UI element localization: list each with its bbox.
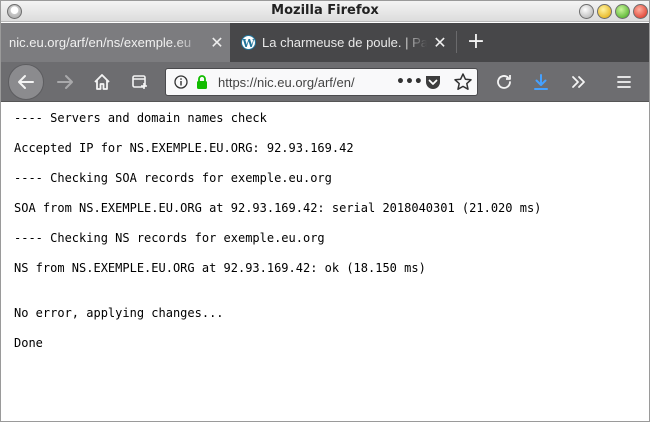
forward-button[interactable] [51, 68, 79, 96]
reload-icon [497, 75, 511, 89]
home-icon [94, 74, 110, 90]
bookmark-star-icon[interactable] [453, 72, 473, 92]
section-heading-ns: ---- Checking NS records for exemple.eu.… [14, 231, 325, 245]
info-icon[interactable] [174, 75, 188, 89]
done-line: Done [14, 336, 43, 350]
lock-icon[interactable] [195, 74, 209, 90]
new-container-tab-icon [132, 75, 147, 89]
download-icon [534, 74, 548, 90]
maximize-button[interactable] [615, 4, 630, 19]
tab-close-icon[interactable]: ✕ [204, 33, 230, 53]
soa-result-line: SOA from NS.EXEMPLE.EU.ORG at 92.93.169.… [14, 201, 542, 215]
pocket-icon[interactable] [424, 73, 442, 91]
browser-window: Mozilla Firefox nic.eu.org/arf/en/ns/exe… [0, 0, 650, 422]
new-tab-button[interactable]: + [463, 27, 489, 57]
section-heading-servers: ---- Servers and domain names check [14, 111, 267, 125]
overflow-button[interactable] [565, 68, 593, 96]
section-heading-soa: ---- Checking SOA records for exemple.eu… [14, 171, 332, 185]
window-title: Mozilla Firefox [271, 3, 379, 18]
home-button[interactable] [88, 68, 116, 96]
new-container-tab-button[interactable] [126, 68, 154, 96]
hamburger-menu-icon [617, 76, 631, 88]
reload-button[interactable] [490, 68, 518, 96]
minimize-button[interactable] [597, 4, 612, 19]
back-arrow-icon [18, 75, 34, 89]
downloads-button[interactable] [527, 68, 555, 96]
url-text[interactable]: https://nic.eu.org/arf/en/ [218, 75, 390, 90]
shade-button[interactable] [579, 4, 594, 19]
overflow-icon [572, 76, 585, 88]
ns-result-line: NS from NS.EXEMPLE.EU.ORG at 92.93.169.4… [14, 261, 426, 275]
tab-separator [456, 31, 457, 53]
forward-arrow-icon [57, 75, 73, 89]
back-button[interactable] [8, 64, 44, 100]
tab-nic-eu-org[interactable]: nic.eu.org/arf/en/ns/exemple.eu ✕ [1, 23, 230, 62]
menu-button[interactable] [610, 68, 638, 96]
page-actions-icon[interactable]: ••• [396, 72, 423, 92]
tab-strip: nic.eu.org/arf/en/ns/exemple.eu ✕ W La c… [1, 23, 649, 62]
wordpress-icon: W [241, 35, 256, 50]
navigation-toolbar: https://nic.eu.org/arf/en/ ••• [1, 62, 649, 102]
url-bar[interactable]: https://nic.eu.org/arf/en/ ••• [165, 68, 478, 96]
title-bar: Mozilla Firefox [1, 1, 649, 22]
tab-la-charmeuse[interactable]: W La charmeuse de poule. | Pa ✕ [231, 23, 453, 62]
close-window-button[interactable] [633, 4, 648, 19]
accepted-ip-line: Accepted IP for NS.EXEMPLE.EU.ORG: 92.93… [14, 141, 354, 155]
page-content: ---- Servers and domain names check Acce… [1, 102, 649, 421]
status-line: No error, applying changes... [14, 306, 224, 320]
tab-close-icon[interactable]: ✕ [427, 33, 453, 53]
tab-label: La charmeuse de poule. | Pa [262, 35, 427, 50]
tab-label: nic.eu.org/arf/en/ns/exemple.eu [9, 35, 192, 50]
